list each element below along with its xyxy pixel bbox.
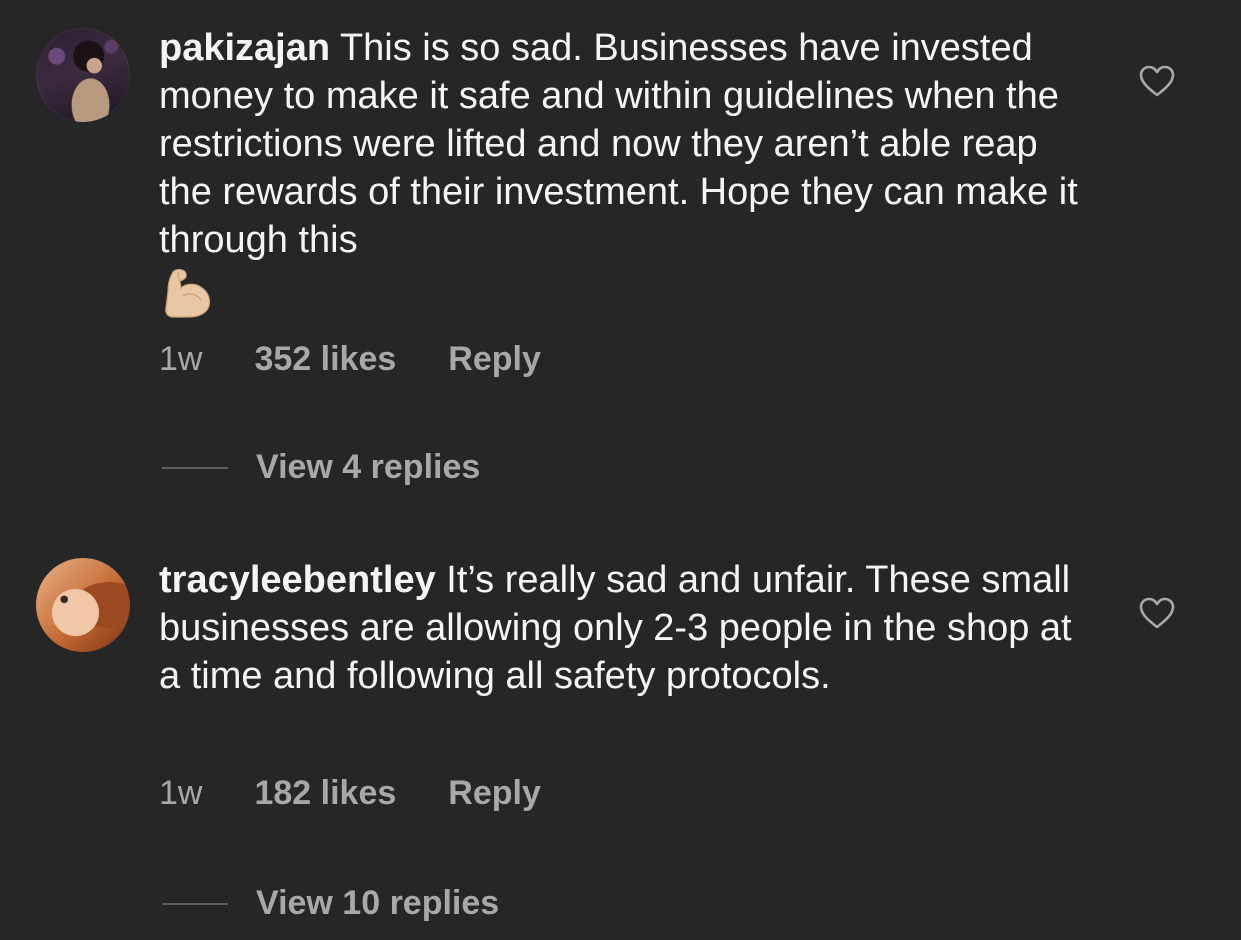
replies-divider xyxy=(162,466,228,469)
heart-icon[interactable] xyxy=(1138,596,1176,630)
heart-icon[interactable] xyxy=(1138,64,1176,98)
likes-count[interactable]: 352 likes xyxy=(254,340,396,379)
comment-meta: 1w 352 likes Reply xyxy=(159,340,541,379)
likes-count[interactable]: 182 likes xyxy=(254,774,396,813)
reply-button[interactable]: Reply xyxy=(448,774,541,813)
comments-list: pakizajan This is so sad. Businesses hav… xyxy=(0,0,1241,940)
reply-button[interactable]: Reply xyxy=(448,340,541,379)
flexed-biceps-icon xyxy=(165,268,211,318)
view-replies-button[interactable]: View 4 replies xyxy=(162,448,480,487)
comment-meta: 1w 182 likes Reply xyxy=(159,774,541,813)
comment-timestamp: 1w xyxy=(159,774,203,812)
view-replies-button[interactable]: View 10 replies xyxy=(162,884,499,923)
avatar[interactable] xyxy=(36,558,130,652)
replies-divider xyxy=(162,902,228,905)
view-replies-label: View 4 replies xyxy=(256,448,481,486)
comment-timestamp: 1w xyxy=(159,340,203,378)
avatar[interactable] xyxy=(36,28,130,122)
comment-body: pakizajan This is so sad. Businesses hav… xyxy=(159,24,1089,322)
view-replies-label: View 10 replies xyxy=(256,884,500,922)
comment-username[interactable]: pakizajan xyxy=(159,27,330,69)
comment-body: tracyleebentley It’s really sad and unfa… xyxy=(159,556,1089,700)
comment-username[interactable]: tracyleebentley xyxy=(159,559,436,601)
